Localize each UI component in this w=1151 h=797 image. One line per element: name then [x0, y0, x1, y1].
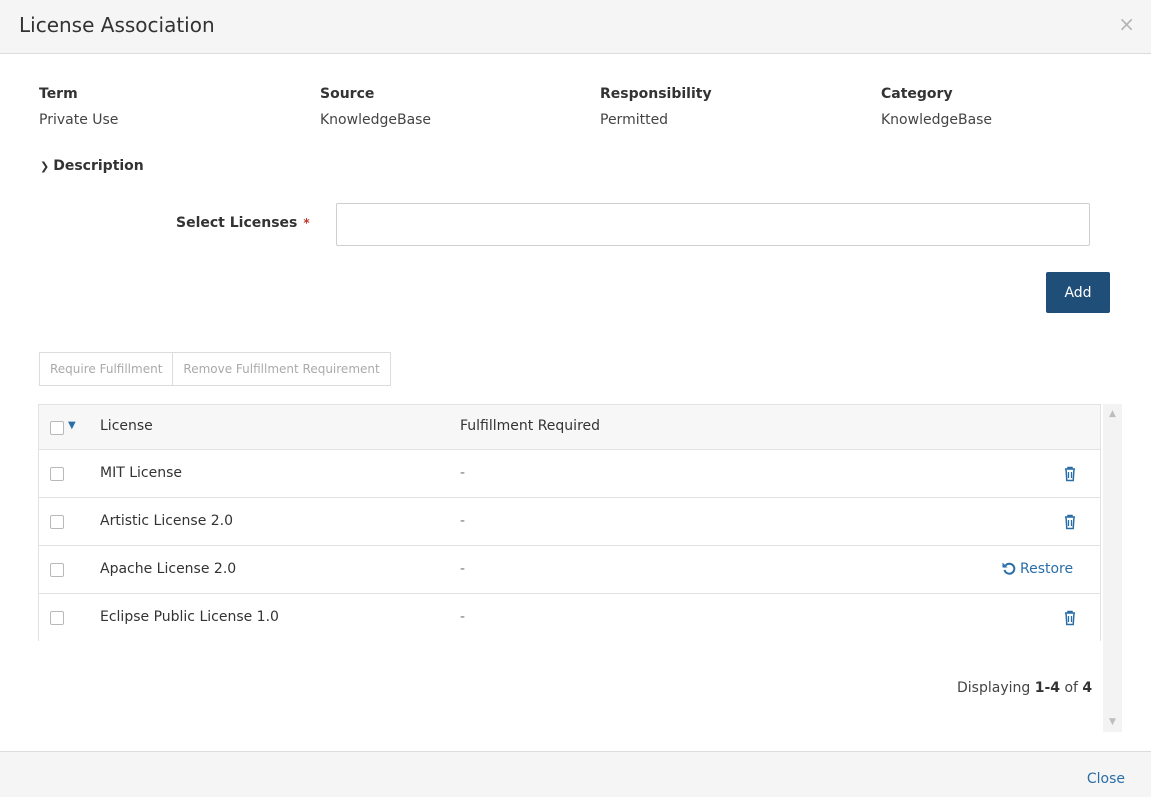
restore-link[interactable]: Restore	[1001, 560, 1073, 577]
require-fulfillment-button[interactable]: Require Fulfillment	[39, 352, 174, 386]
required-mark: *	[303, 216, 310, 230]
column-header-fulfillment[interactable]: Fulfillment Required	[460, 418, 600, 434]
remove-fulfillment-requirement-button[interactable]: Remove Fulfillment Requirement	[173, 352, 391, 386]
fulfillment-value: -	[460, 609, 466, 625]
close-button[interactable]: Close	[1087, 771, 1125, 787]
scroll-down-icon[interactable]: ▼	[1103, 717, 1122, 727]
fulfillment-value: -	[460, 513, 466, 529]
meta-category-label: Category	[881, 86, 953, 102]
add-button[interactable]: Add	[1046, 272, 1110, 313]
table-header: ▼ License Fulfillment Required	[39, 405, 1100, 450]
description-toggle-label: Description	[53, 158, 144, 174]
modal-footer: Close	[0, 751, 1151, 797]
chevron-right-icon: ❯	[40, 160, 50, 173]
meta-term-value: Private Use	[39, 112, 119, 128]
meta-responsibility-value: Permitted	[600, 112, 669, 128]
fulfillment-actions: Require Fulfillment Remove Fulfillment R…	[39, 352, 391, 386]
restore-label: Restore	[1020, 561, 1074, 577]
paging-of: of	[1064, 680, 1078, 696]
meta-term: Term Private Use	[39, 86, 118, 128]
meta-term-label: Term	[39, 86, 78, 102]
modal-title: License Association	[19, 13, 215, 37]
vertical-scrollbar[interactable]: ▲ ▼	[1103, 404, 1122, 732]
trash-icon[interactable]	[1061, 609, 1079, 627]
meta-source: Source KnowledgeBase	[320, 86, 431, 128]
paging-range: 1-4	[1034, 680, 1061, 696]
row-checkbox[interactable]	[50, 563, 64, 577]
meta-category-value: KnowledgeBase	[881, 112, 993, 128]
license-association-modal: License Association × Term Private Use S…	[0, 0, 1151, 797]
fulfillment-value: -	[460, 465, 466, 481]
meta-category: Category KnowledgeBase	[881, 86, 992, 128]
modal-header: License Association ×	[0, 0, 1151, 54]
select-all-checkbox[interactable]	[50, 421, 64, 435]
trash-icon[interactable]	[1061, 465, 1079, 483]
row-checkbox[interactable]	[50, 611, 64, 625]
scroll-up-icon[interactable]: ▲	[1103, 409, 1122, 419]
meta-responsibility-label: Responsibility	[600, 86, 712, 102]
caret-down-icon[interactable]: ▼	[68, 420, 76, 431]
table-row: Eclipse Public License 1.0 -	[39, 594, 1100, 642]
table-row: Apache License 2.0 - Restore	[39, 546, 1100, 594]
select-licenses-input[interactable]	[336, 203, 1090, 246]
paging-total: 4	[1082, 680, 1093, 696]
meta-source-value: KnowledgeBase	[320, 112, 432, 128]
license-name: Artistic License 2.0	[100, 513, 234, 529]
table-row: Artistic License 2.0 -	[39, 498, 1100, 546]
meta-responsibility: Responsibility Permitted	[600, 86, 712, 128]
paging-prefix: Displaying	[957, 680, 1031, 696]
fulfillment-value: -	[460, 561, 466, 577]
row-checkbox[interactable]	[50, 467, 64, 481]
description-toggle[interactable]: ❯ Description	[40, 158, 144, 174]
paging-summary: Displaying 1-4 of 4	[957, 680, 1092, 696]
license-name: MIT License	[100, 465, 182, 481]
select-licenses-label-text: Select Licenses	[176, 215, 298, 231]
select-licenses-label: Select Licenses *	[176, 215, 310, 231]
licenses-table: ▼ License Fulfillment Required MIT Licen…	[38, 404, 1101, 642]
meta-source-label: Source	[320, 86, 375, 102]
license-name: Eclipse Public License 1.0	[100, 609, 279, 625]
license-name: Apache License 2.0	[100, 561, 237, 577]
row-checkbox[interactable]	[50, 515, 64, 529]
trash-icon[interactable]	[1061, 513, 1079, 531]
close-icon[interactable]: ×	[1118, 14, 1135, 34]
column-header-license[interactable]: License	[100, 418, 153, 434]
table-row: MIT License -	[39, 450, 1100, 498]
undo-icon	[1002, 562, 1016, 575]
